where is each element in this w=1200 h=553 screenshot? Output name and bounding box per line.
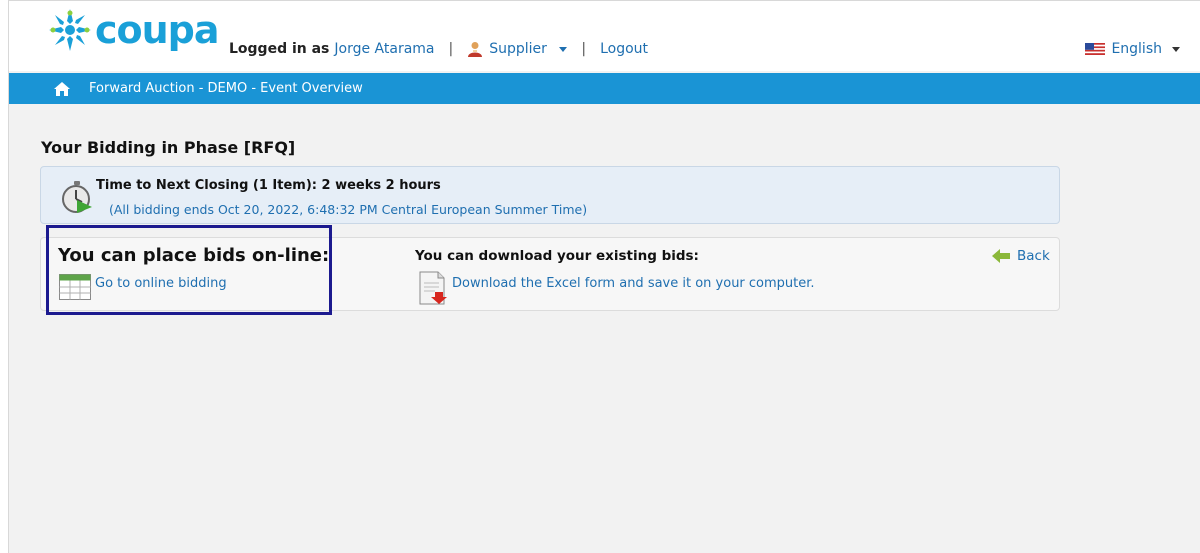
home-icon[interactable] (53, 81, 71, 97)
language-menu[interactable]: English (1085, 39, 1180, 59)
separator: | (448, 41, 454, 57)
online-bids-title: You can place bids on-line: (58, 245, 330, 266)
bidding-end-time: (All bidding ends Oct 20, 2022, 6:48:32 … (109, 202, 588, 217)
nav-bar: Forward Auction - DEMO - Event Overview (9, 73, 1200, 104)
spreadsheet-icon[interactable] (59, 274, 91, 300)
page-title: Your Bidding in Phase [RFQ] (41, 138, 296, 157)
back-arrow-icon (992, 249, 1010, 263)
closing-timer-panel: Time to Next Closing (1 Item): 2 weeks 2… (40, 166, 1060, 224)
download-bids-title: You can download your existing bids: (415, 248, 699, 264)
time-to-next-closing: Time to Next Closing (1 Item): 2 weeks 2… (96, 178, 441, 193)
user-bar: Logged in as Jorge Atarama | Supplier | … (229, 39, 648, 59)
stopwatch-icon (62, 181, 92, 213)
bidding-options-panel: You can place bids on-line: Go to online… (40, 237, 1060, 311)
breadcrumb[interactable]: Forward Auction - DEMO - Event Overview (89, 81, 363, 96)
coupa-logo-icon (49, 9, 91, 51)
chevron-down-icon (559, 46, 568, 52)
excel-download-icon[interactable] (417, 271, 451, 305)
coupa-logo[interactable]: coupa (47, 7, 220, 53)
supplier-menu[interactable]: Supplier (489, 41, 568, 57)
download-excel-link[interactable]: Download the Excel form and save it on y… (452, 276, 815, 291)
app-window: coupa Logged in as Jorge Atarama | Suppl… (8, 0, 1200, 553)
person-icon (468, 42, 483, 57)
logo-text: coupa (95, 8, 220, 52)
chevron-down-icon (1172, 46, 1180, 52)
supplier-label: Supplier (489, 41, 547, 57)
back-label: Back (1017, 248, 1050, 264)
back-link[interactable]: Back (991, 248, 1050, 264)
separator: | (581, 41, 587, 57)
language-label: English (1111, 41, 1162, 57)
logged-in-label: Logged in as (229, 41, 330, 57)
top-header: coupa Logged in as Jorge Atarama | Suppl… (9, 1, 1200, 71)
logout-link[interactable]: Logout (600, 41, 648, 57)
us-flag-icon (1085, 43, 1106, 55)
go-to-online-bidding-link[interactable]: Go to online bidding (95, 276, 227, 291)
user-name-link[interactable]: Jorge Atarama (334, 41, 434, 57)
